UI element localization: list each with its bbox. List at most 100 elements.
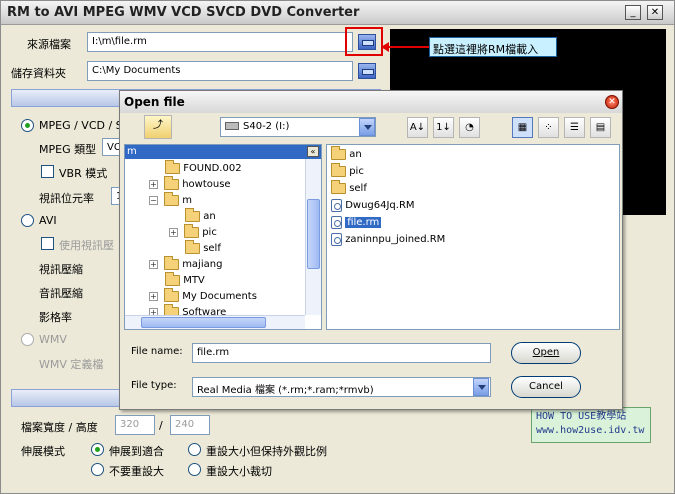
height-field[interactable]: 240 — [170, 415, 210, 435]
vbr-label: VBR 模式 — [59, 167, 108, 180]
file-item-label: zaninnpu_joined.RM — [345, 234, 446, 245]
large-icons-icon[interactable]: ▦ — [512, 117, 533, 138]
stretch-fit-radio[interactable] — [91, 443, 104, 456]
sort-09-icon[interactable]: 1↓ — [433, 117, 454, 138]
tree-item-label: pic — [202, 227, 217, 238]
sort-date-icon[interactable]: ◔ — [459, 117, 480, 138]
tree-vscroll-thumb[interactable] — [307, 199, 320, 269]
folder-icon — [164, 287, 179, 302]
folder-tree-pane[interactable]: m « FOUND.002 + howtouse − m an + pic self +… — [124, 144, 322, 330]
file-item-label: an — [349, 149, 362, 160]
bitrate-label: 視訊位元率 — [39, 192, 94, 205]
folder-icon — [164, 175, 179, 190]
file-item-label: Dwug64Jq.RM — [345, 200, 415, 211]
drive-select[interactable]: S40-2 (I:) — [220, 117, 376, 137]
details-icon[interactable]: ▤ — [590, 117, 611, 138]
file-list-item[interactable]: Dwug64Jq.RM — [331, 198, 415, 214]
source-field[interactable]: I:\m\file.rm — [87, 32, 353, 52]
dialog-title: Open file — [124, 95, 185, 109]
resize-keep-aspect-radio[interactable] — [188, 443, 201, 456]
file-item-label: self — [349, 183, 367, 194]
up-folder-icon[interactable]: ⤴ — [144, 115, 172, 139]
tree-item-label: howtouse — [182, 179, 231, 190]
wmv-radio[interactable] — [21, 333, 34, 346]
tree-item-label: an — [203, 211, 216, 222]
source-label: 來源檔案 — [27, 38, 71, 51]
no-resize-radio[interactable] — [91, 463, 104, 476]
stretch-fit-label: 伸展到適合 — [109, 445, 164, 458]
video-compression-label: 視訊壓縮 — [39, 263, 83, 276]
expand-icon[interactable]: + — [149, 259, 158, 269]
filetype-dropdown-button[interactable] — [473, 378, 489, 396]
main-titlebar: RM to AVI MPEG WMV VCD SVCD DVD Converte… — [1, 1, 674, 25]
tree-item-label: m — [182, 195, 192, 206]
use-video-checkbox[interactable] — [41, 237, 54, 250]
size-separator: / — [159, 419, 163, 432]
expand-icon[interactable]: − — [149, 195, 158, 205]
framerate-label: 影格率 — [39, 311, 72, 324]
small-icons-icon[interactable]: ⁘ — [538, 117, 559, 138]
stretch-mode-label: 伸展模式 — [21, 445, 65, 458]
folder-icon — [185, 239, 200, 254]
expand-icon[interactable]: + — [149, 179, 158, 189]
close-button[interactable]: ✕ — [647, 5, 663, 20]
filename-input[interactable]: file.rm — [192, 343, 491, 363]
resize-crop-radio[interactable] — [188, 463, 201, 476]
tree-hscroll-thumb[interactable] — [141, 317, 266, 328]
tree-path-label: m — [127, 146, 137, 157]
output-browse-button[interactable] — [358, 63, 376, 79]
tree-vscrollbar[interactable] — [305, 159, 321, 315]
watermark-logo: HOW TO USE教學站 www.how2use.idv.tw — [531, 407, 651, 443]
width-field[interactable]: 320 — [115, 415, 155, 435]
cancel-button[interactable]: Cancel — [511, 376, 581, 398]
tree-item-label: My Documents — [182, 291, 257, 302]
sort-az-icon[interactable]: A↓ — [407, 117, 428, 138]
expand-icon[interactable]: + — [149, 291, 158, 301]
mpeg-radio[interactable] — [21, 119, 34, 132]
list-icon[interactable]: ☰ — [564, 117, 585, 138]
tree-hscrollbar[interactable] — [125, 315, 305, 329]
callout-note: 點選這裡將RM檔載入 — [429, 37, 557, 57]
avi-label: AVI — [39, 214, 57, 227]
file-list-pane[interactable]: an pic self Dwug64Jq.RM file.rm zaninnpu… — [326, 144, 620, 330]
drive-dropdown-button[interactable] — [359, 118, 375, 136]
file-item-label: file.rm — [345, 217, 382, 228]
folder-icon — [164, 255, 179, 270]
no-resize-label: 不要重設大 — [109, 465, 164, 478]
filetype-label: File type: — [131, 380, 177, 391]
watermark-line2: www.how2use.idv.tw — [536, 425, 645, 436]
file-list-item[interactable]: self — [331, 179, 367, 197]
folder-icon — [184, 223, 199, 238]
wmv-label: WMV — [39, 333, 67, 346]
filetype-select[interactable]: Real Media 檔案 (*.rm;*.ram;*rmvb) — [192, 377, 491, 397]
minimize-button[interactable]: _ — [625, 5, 641, 20]
tree-path-bar: m « — [125, 145, 321, 159]
watermark-line1: HOW TO USE教學站 — [536, 411, 627, 422]
file-list-item[interactable]: file.rm — [331, 215, 382, 231]
folder-icon — [165, 159, 180, 174]
dialog-close-icon[interactable]: ✕ — [605, 95, 619, 109]
collapse-tree-icon[interactable]: « — [307, 146, 319, 157]
avi-radio[interactable] — [21, 214, 34, 227]
tree-item[interactable]: + howtouse — [149, 175, 231, 193]
tree-item-label: FOUND.002 — [183, 163, 242, 174]
file-list-item[interactable]: an — [331, 145, 362, 163]
mpeg-label: MPEG / VCD / SV — [39, 119, 131, 132]
mpeg-type-label: MPEG 類型 — [39, 143, 97, 156]
output-field[interactable]: C:\My Documents — [87, 61, 353, 81]
tree-item[interactable]: self — [185, 239, 221, 257]
dialog-titlebar: Open file ✕ — [120, 91, 622, 113]
file-item-label: pic — [349, 166, 364, 177]
tree-item-label: self — [203, 243, 221, 254]
callout-arrow — [387, 46, 429, 48]
tree-item[interactable]: + My Documents — [149, 287, 257, 305]
expand-icon[interactable]: + — [169, 227, 178, 237]
tree-item[interactable]: FOUND.002 — [165, 159, 242, 177]
audio-compression-label: 音訊壓縮 — [39, 287, 83, 300]
drive-icon — [225, 122, 239, 130]
folder-icon — [165, 271, 180, 286]
vbr-checkbox[interactable] — [41, 165, 54, 178]
file-list-item[interactable]: pic — [331, 162, 364, 180]
file-list-item[interactable]: zaninnpu_joined.RM — [331, 232, 445, 248]
open-button[interactable]: Open — [511, 342, 581, 364]
